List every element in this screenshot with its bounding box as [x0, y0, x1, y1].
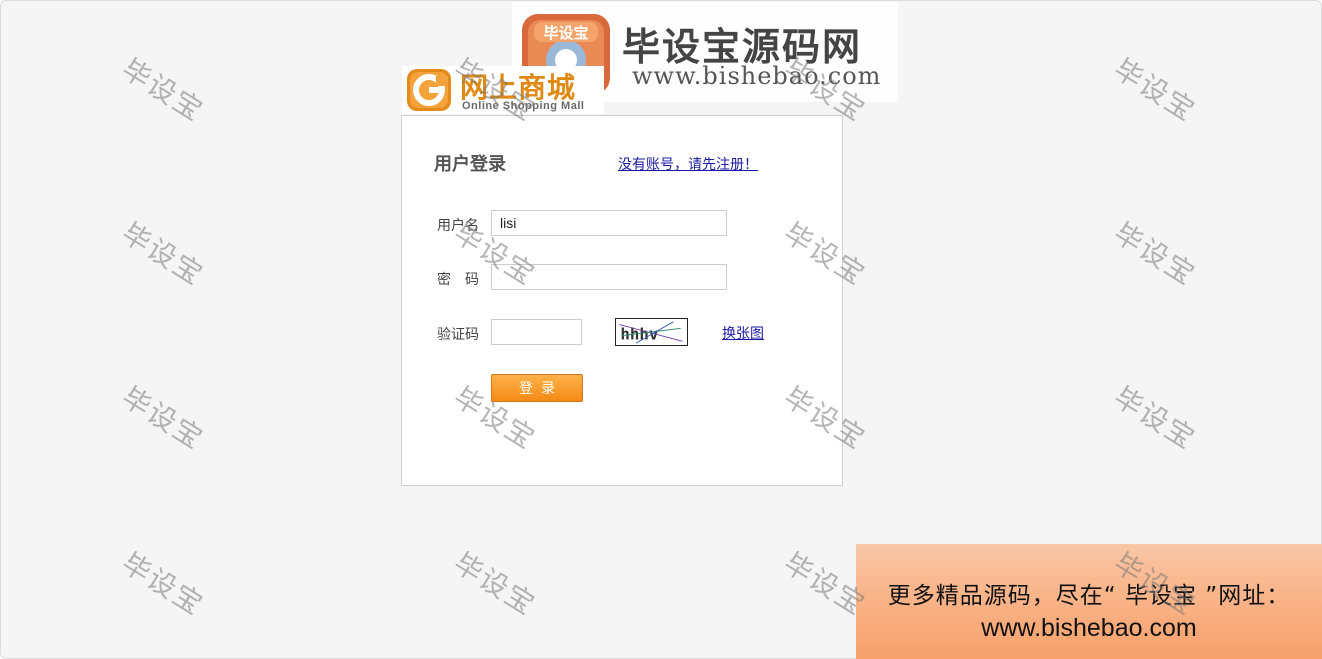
captcha-image[interactable]: hhhv	[615, 318, 688, 346]
login-button[interactable]: 登录	[491, 374, 583, 402]
shop-logo-en: Online Shopping Mall	[462, 100, 585, 112]
register-link[interactable]: 没有账号，请先注册！	[618, 154, 758, 174]
brand-url: www.bishebao.com	[632, 62, 882, 90]
mascot-label: 毕设宝	[543, 24, 588, 42]
login-panel: 用户登录 没有账号，请先注册！ 用户名 密 码 验证码 hhhv 换张图 登录	[401, 115, 843, 486]
promo-url: www.bishebao.com	[981, 614, 1197, 642]
captcha-input[interactable]	[491, 319, 582, 345]
password-label: 密 码	[437, 272, 479, 288]
promo-text: 更多精品源码，尽在“ 毕设宝 ”网址：	[887, 583, 1291, 609]
login-title: 用户登录	[434, 154, 506, 175]
shop-logo: 网上商城 Online Shopping Mall	[402, 66, 604, 114]
captcha-refresh-link[interactable]: 换张图	[722, 323, 764, 343]
username-label: 用户名	[437, 218, 479, 234]
username-input[interactable]	[491, 210, 727, 236]
shop-g-logo-icon	[407, 69, 451, 111]
captcha-label: 验证码	[437, 327, 479, 343]
password-input[interactable]	[491, 264, 727, 290]
promo-banner: 更多精品源码，尽在“ 毕设宝 ”网址： www.bishebao.com	[856, 544, 1322, 659]
